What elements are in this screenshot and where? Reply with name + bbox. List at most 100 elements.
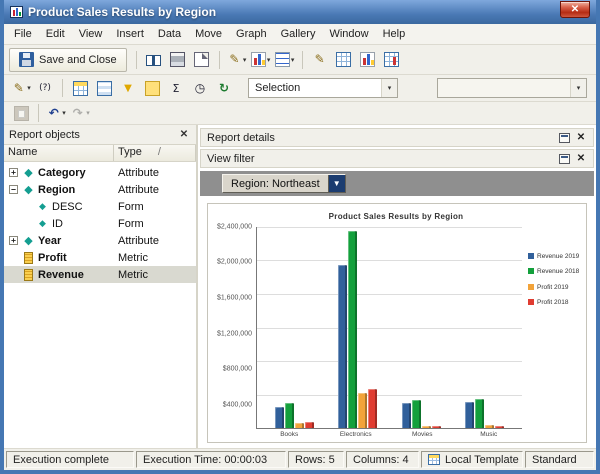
tree-row-category[interactable]: + ◆ Category Attribute [4, 164, 196, 181]
bar-group-movies [401, 227, 441, 428]
expand-icon[interactable]: + [9, 168, 18, 177]
totals-icon: Σ [172, 81, 180, 95]
tree-row-profit[interactable]: Profit Metric [4, 249, 196, 266]
maximize-icon[interactable] [559, 132, 570, 143]
save-icon [19, 52, 34, 67]
collapse-icon[interactable]: − [9, 185, 18, 194]
metric-icon [24, 251, 33, 264]
object-name: Profit [38, 251, 67, 264]
page-setup-button[interactable] [191, 49, 213, 71]
menu-graph[interactable]: Graph [229, 26, 274, 42]
menu-edit[interactable]: Edit [39, 26, 72, 42]
plot-column: Books Electronics Movies Music [256, 227, 522, 440]
autotext-button[interactable]: (?) [34, 77, 56, 99]
menu-insert[interactable]: Insert [109, 26, 151, 42]
note-button[interactable] [141, 77, 163, 99]
maximize-icon[interactable] [559, 153, 570, 164]
graph-view-button[interactable] [357, 49, 379, 71]
local-template-grid-icon [428, 454, 440, 465]
printer-button[interactable] [167, 49, 189, 71]
bar [275, 407, 285, 428]
banding-button[interactable] [93, 77, 115, 99]
x-axis-label: Electronics [339, 431, 372, 438]
legend-label: Profit 2019 [537, 283, 569, 291]
tree-row-year[interactable]: + ◆ Year Attribute [4, 232, 196, 249]
column-header-name[interactable]: Name [4, 145, 114, 161]
autostyle-button[interactable]: ▾ [274, 49, 296, 71]
bar [474, 398, 484, 428]
refresh-icon: ↻ [218, 80, 230, 95]
expand-icon[interactable]: + [9, 236, 18, 245]
design-view-button[interactable]: ✎ [309, 49, 331, 71]
region-filter-dropdown[interactable]: Region: Northeast ▼ [222, 174, 346, 193]
report-objects-title: Report objects [9, 128, 80, 141]
page-setup-icon [194, 52, 210, 67]
legend: Revenue 2019 Revenue 2018 Profit 2019 Profi… [522, 227, 580, 440]
status-bar: Execution complete Execution Time: 00:00:… [4, 448, 596, 470]
main-area: Report objects ✕ Name Type / + ◆ Category A… [4, 125, 596, 448]
report-view-panel: Report details ✕ View filter ✕ Region: N… [198, 125, 596, 448]
menu-gallery[interactable]: Gallery [274, 26, 323, 42]
view-filter-strip: Region: Northeast ▼ [200, 171, 594, 196]
status-text: Standard [532, 453, 577, 466]
grid-graph-view-button[interactable] [381, 49, 403, 71]
tree-row-id[interactable]: ◆ ID Form [4, 215, 196, 232]
refresh-button[interactable]: ↻ [213, 77, 235, 99]
menu-view[interactable]: View [72, 26, 110, 42]
totals-button[interactable]: Σ [165, 77, 187, 99]
view-filter-title: View filter [207, 152, 255, 165]
selection-combobox[interactable]: Selection ▾ [248, 78, 398, 98]
title-bar: Product Sales Results by Region ✕ [4, 0, 596, 24]
chevron-down-icon[interactable]: ▾ [570, 79, 586, 97]
form-icon: ◆ [39, 201, 46, 211]
status-segment: Standard [525, 451, 594, 468]
menu-help[interactable]: Help [376, 26, 413, 42]
menu-data[interactable]: Data [151, 26, 188, 42]
tree-row-desc[interactable]: ◆ DESC Form [4, 198, 196, 215]
dropdown-arrow-icon[interactable]: ▼ [327, 175, 345, 192]
object-tree: + ◆ Category Attribute − ◆ Region Attribute ◆ DES… [4, 162, 196, 448]
bar-group-music [464, 227, 504, 428]
dropdown-arrow-icon: ▾ [290, 56, 295, 64]
menu-window[interactable]: Window [322, 26, 375, 42]
save-and-close-button[interactable]: Save and Close [9, 47, 127, 72]
tree-row-region[interactable]: − ◆ Region Attribute [4, 181, 196, 198]
report-objects-panel: Report objects ✕ Name Type / + ◆ Category A… [4, 125, 198, 448]
column-header-type[interactable]: Type / [114, 145, 196, 161]
menu-file[interactable]: File [7, 26, 39, 42]
grid-color-icon [72, 80, 88, 96]
tree-row-revenue[interactable]: Revenue Metric [4, 266, 196, 283]
paste-button[interactable] [10, 104, 32, 123]
redo-button[interactable]: ↷ ▾ [69, 104, 91, 123]
legend-item: Revenue 2018 [528, 268, 580, 275]
chevron-down-icon[interactable]: ▾ [381, 79, 397, 97]
status-text: Execution Time: 00:00:03 [143, 453, 268, 466]
grid-graph-view-icon [384, 52, 400, 67]
format-painter-button[interactable]: ✎ ▾ [226, 49, 248, 71]
report-details-title: Report details [207, 131, 275, 144]
view-filter-button[interactable]: ▼ [117, 77, 139, 99]
toolbar-row-2: ✎ ▾ (?) ▼ Σ ◷ ↻ Selection ▾ ▾ [4, 75, 596, 102]
close-icon[interactable]: ✕ [575, 153, 587, 164]
clock-button[interactable]: ◷ [189, 77, 211, 99]
format-brush-button[interactable]: ✎ ▾ [10, 77, 32, 99]
column-headers: Name Type / [4, 145, 196, 162]
graph-report-area: Product Sales Results by Region $2,400,0… [207, 203, 587, 443]
close-button[interactable]: ✕ [560, 1, 590, 18]
panel-actions: ✕ [559, 132, 587, 143]
close-icon[interactable]: ✕ [177, 129, 191, 140]
graph-format-button[interactable]: ▾ [250, 49, 272, 71]
book-button[interactable] [143, 49, 165, 71]
close-icon[interactable]: ✕ [575, 132, 587, 143]
menu-move[interactable]: Move [188, 26, 229, 42]
grid-view-button[interactable] [333, 49, 355, 71]
dropdown-arrow-icon: ▾ [266, 56, 271, 64]
grid-color-button[interactable] [69, 77, 91, 99]
legend-swatch [528, 299, 534, 306]
secondary-combobox[interactable]: ▾ [437, 78, 587, 98]
chart-title: Product Sales Results by Region [328, 212, 464, 221]
undo-button[interactable]: ↶ ▾ [45, 104, 67, 123]
